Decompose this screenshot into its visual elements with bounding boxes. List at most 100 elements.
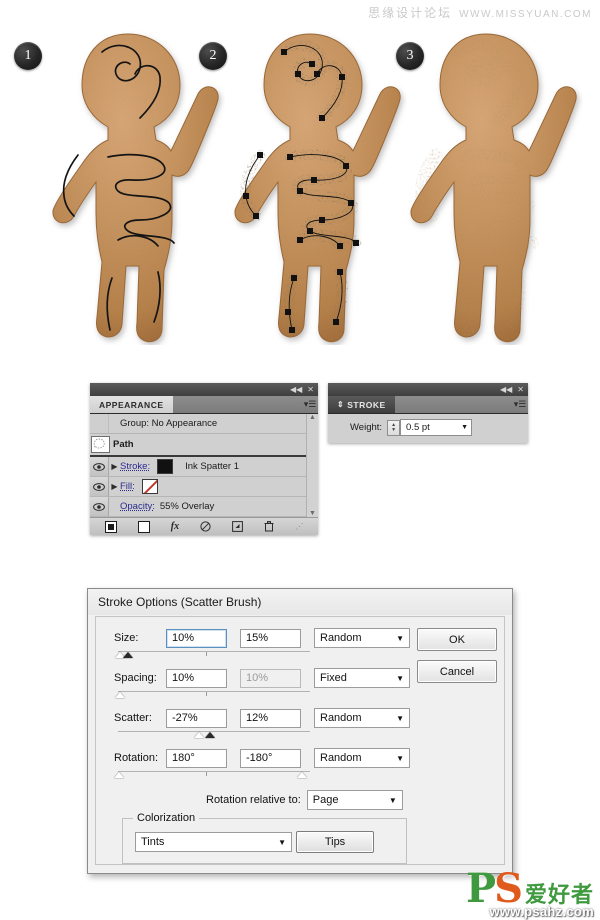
visibility-eye-icon-opacity[interactable] [90, 497, 109, 516]
path-thumbnail-icon [91, 436, 110, 453]
close-icon[interactable]: ✕ [517, 385, 524, 394]
tabrow-spacer [172, 396, 302, 413]
resize-grip-icon[interactable]: ⋰ [295, 522, 303, 531]
chevron-down-icon[interactable]: ▼ [461, 424, 468, 431]
size-mode-value: Random [320, 632, 362, 644]
eye-placeholder [90, 414, 109, 433]
disclosure-triangle-icon-fill[interactable]: ▶ [109, 482, 120, 491]
rotation-relative-dropdown[interactable]: Page ▼ [306, 790, 403, 810]
visibility-eye-icon-stroke[interactable] [90, 457, 109, 476]
scatter-max-input[interactable]: 12% [240, 708, 301, 728]
dialog-body: Size: 10% 15% Random ▼ Spacing: 10% 10% [96, 617, 504, 874]
appearance-panel-footer: fx ⋰ [90, 517, 318, 535]
appearance-scrollbar[interactable]: ▲ ▼ [306, 414, 318, 517]
add-new-fill-icon[interactable] [137, 520, 150, 533]
size-label: Size: [114, 632, 139, 644]
stroke-panel-body: Weight: ▲ ▼ 0.5 pt ▼ [328, 414, 528, 443]
ok-button[interactable]: OK [417, 628, 497, 651]
rotation-slider-handle-max[interactable] [297, 772, 307, 778]
spacing-label: Spacing: [114, 672, 157, 684]
stroke-options-dialog: Stroke Options (Scatter Brush) Size: 10%… [87, 588, 513, 874]
stroke-panel-titlebar: ◀◀ ✕ [328, 383, 528, 396]
clear-appearance-icon[interactable] [200, 521, 211, 532]
panel-menu-icon[interactable]: ▾☰ [512, 396, 528, 413]
group-label: Group: No Appearance [120, 418, 218, 429]
chevron-down-icon: ▼ [396, 673, 404, 683]
stroke-label[interactable]: Stroke: [120, 461, 150, 472]
rotation-mode-value: Random [320, 752, 362, 764]
scatter-min-input[interactable]: -27% [166, 708, 227, 728]
panel-menu-icon[interactable]: ▾☰ [302, 396, 318, 413]
cancel-button[interactable]: Cancel [417, 660, 497, 683]
stepper-down-icon[interactable]: ▼ [391, 427, 396, 433]
chevron-down-icon: ▼ [396, 713, 404, 723]
tab-stroke[interactable]: ⇕ STROKE [328, 396, 395, 413]
opacity-value: 55% Overlay [159, 501, 215, 512]
size-min-input[interactable]: 10% [166, 628, 227, 648]
weight-combo[interactable]: 0.5 pt ▼ [400, 419, 473, 436]
spacing-slider-handle[interactable] [115, 692, 125, 698]
rotation-max-input[interactable]: -180° [240, 748, 301, 768]
opacity-label[interactable]: Opacity: [120, 501, 155, 512]
dialog-title-label: Stroke Options (Scatter Brush) [98, 595, 262, 609]
rotation-relative-row: Rotation relative to: Page ▼ [206, 790, 403, 810]
add-new-stroke-icon[interactable] [104, 520, 117, 533]
appearance-row-group[interactable]: Group: No Appearance [90, 414, 307, 434]
top-watermark-url: WWW.MISSYUAN.COM [459, 9, 592, 20]
add-new-effect-icon[interactable]: fx [171, 521, 179, 532]
chevron-down-icon: ▼ [278, 837, 286, 847]
spacing-field-row: Spacing: 10% 10% Fixed ▼ [114, 668, 410, 688]
tab-appearance[interactable]: APPEARANCE [90, 396, 173, 413]
chevron-down-icon: ▼ [396, 633, 404, 643]
collapse-icon[interactable]: ◀◀ [290, 385, 302, 394]
rotation-slider[interactable] [114, 770, 310, 780]
bottom-watermark: PS 爱好者 www.psahz.com [466, 865, 594, 919]
rotation-mode-dropdown[interactable]: Random ▼ [314, 748, 410, 768]
disclosure-triangle-icon-stroke[interactable]: ▶ [109, 462, 120, 471]
spacing-slider[interactable] [115, 690, 310, 700]
appearance-row-stroke[interactable]: ▶ Stroke: Ink Spatter 1 [90, 457, 307, 477]
stroke-panel-tabrow: ⇕ STROKE ▾☰ [328, 396, 528, 414]
tips-button[interactable]: Tips [296, 831, 374, 853]
fill-none-swatch[interactable] [141, 479, 158, 494]
ok-button-label: OK [449, 633, 465, 646]
scatter-slider-handle-min[interactable] [194, 732, 204, 738]
rotation-field-row: Rotation: 180° -180° Random ▼ [114, 748, 410, 768]
size-slider-handle-max[interactable] [123, 652, 133, 658]
tips-button-label: Tips [324, 836, 346, 848]
appearance-row-path[interactable]: Path [90, 434, 307, 457]
scroll-up-icon[interactable]: ▲ [309, 414, 316, 421]
step-badge-2-label: 2 [209, 48, 217, 63]
size-slider[interactable] [115, 650, 310, 660]
rotation-label: Rotation: [114, 752, 159, 764]
appearance-panel-body: ▲ ▼ Group: No Appearance Path ▶ Stroke: … [90, 414, 318, 517]
scatter-field-row: Scatter: -27% 12% Random ▼ [114, 708, 410, 728]
scatter-slider-handle-max[interactable] [205, 732, 215, 738]
scatter-mode-dropdown[interactable]: Random ▼ [314, 708, 410, 728]
rotation-slider-track [118, 771, 310, 772]
colorization-method-dropdown[interactable]: Tints ▼ [135, 832, 292, 852]
top-watermark-cn: 思缘设计论坛 [368, 6, 453, 20]
scatter-slider[interactable] [118, 730, 310, 740]
rotation-slider-handle-min[interactable] [114, 772, 124, 778]
visibility-eye-icon-fill[interactable] [90, 477, 109, 496]
size-mode-dropdown[interactable]: Random ▼ [314, 628, 410, 648]
size-max-input[interactable]: 15% [240, 628, 301, 648]
delete-item-icon[interactable] [264, 521, 274, 532]
rotation-min-input[interactable]: 180° [166, 748, 227, 768]
appearance-row-fill[interactable]: ▶ Fill: [90, 477, 307, 497]
spacing-mode-dropdown[interactable]: Fixed ▼ [314, 668, 410, 688]
close-icon[interactable]: ✕ [307, 385, 314, 394]
step-badge-3: 3 [396, 42, 424, 70]
appearance-panel-titlebar: ◀◀ ✕ [90, 383, 318, 396]
ps-logo: PS [466, 865, 523, 912]
top-watermark: 思缘设计论坛 WWW.MISSYUAN.COM [368, 4, 592, 21]
appearance-row-opacity[interactable]: Opacity: 55% Overlay [90, 497, 307, 517]
duplicate-item-icon[interactable] [232, 521, 244, 532]
spacing-min-input[interactable]: 10% [166, 668, 227, 688]
collapse-icon[interactable]: ◀◀ [500, 385, 512, 394]
scroll-down-icon[interactable]: ▼ [309, 510, 316, 517]
fill-label[interactable]: Fill: [120, 481, 135, 492]
weight-stepper[interactable]: ▲ ▼ [387, 419, 401, 436]
stroke-color-swatch[interactable] [157, 459, 174, 474]
